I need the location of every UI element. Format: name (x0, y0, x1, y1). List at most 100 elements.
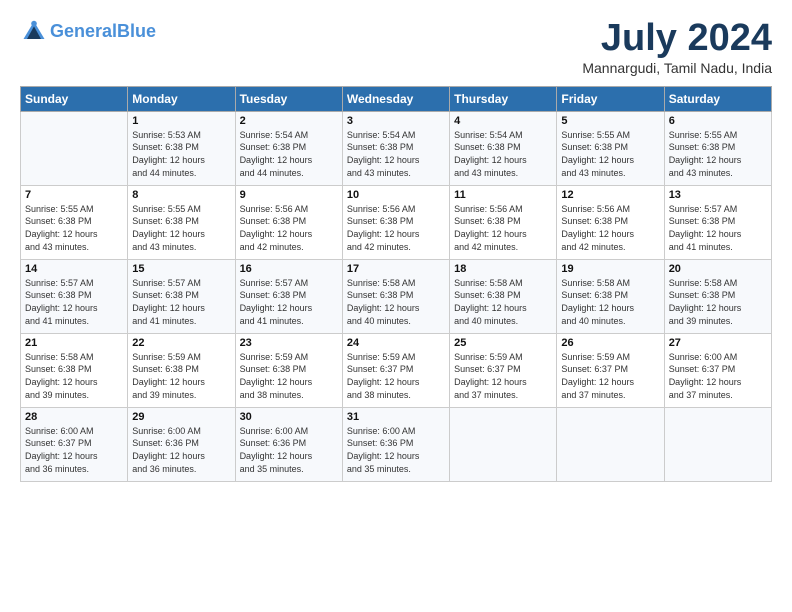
day-info: Sunrise: 5:56 AM Sunset: 6:38 PM Dayligh… (347, 203, 445, 253)
calendar-cell: 5Sunrise: 5:55 AM Sunset: 6:38 PM Daylig… (557, 111, 664, 185)
day-info: Sunrise: 5:57 AM Sunset: 6:38 PM Dayligh… (25, 277, 123, 327)
day-number: 27 (669, 337, 767, 349)
day-info: Sunrise: 5:55 AM Sunset: 6:38 PM Dayligh… (561, 129, 659, 179)
day-number: 1 (132, 115, 230, 127)
day-number: 12 (561, 189, 659, 201)
calendar-cell: 11Sunrise: 5:56 AM Sunset: 6:38 PM Dayli… (450, 185, 557, 259)
day-number: 9 (240, 189, 338, 201)
day-info: Sunrise: 5:59 AM Sunset: 6:37 PM Dayligh… (347, 351, 445, 401)
title-block: July 2024 Mannargudi, Tamil Nadu, India (582, 18, 772, 76)
week-row-2: 14 Sunrise: 5:57 AM Sunset: 6:38 PM Dayli… (21, 259, 772, 333)
calendar-cell: 21 Sunrise: 5:58 AM Sunset: 6:38 PM Dayli… (21, 333, 128, 407)
page: GeneralBlue July 2024 Mannargudi, Tamil … (0, 0, 792, 492)
day-info: Sunrise: 5:57 AM Sunset: 6:38 PM Dayligh… (240, 277, 338, 327)
calendar-cell: 16 Sunrise: 5:57 AM Sunset: 6:38 PM Dayli… (235, 259, 342, 333)
calendar-cell: 18 Sunrise: 5:58 AM Sunset: 6:38 PM Dayli… (450, 259, 557, 333)
calendar-cell: 9 Sunrise: 5:56 AM Sunset: 6:38 PM Daylig… (235, 185, 342, 259)
day-number: 15 (132, 263, 230, 275)
calendar-cell: 25Sunrise: 5:59 AM Sunset: 6:37 PM Dayli… (450, 333, 557, 407)
day-number: 11 (454, 189, 552, 201)
calendar-cell: 13Sunrise: 5:57 AM Sunset: 6:38 PM Dayli… (664, 185, 771, 259)
calendar-cell: 17 Sunrise: 5:58 AM Sunset: 6:38 PM Dayli… (342, 259, 449, 333)
col-header-monday: Monday (128, 86, 235, 111)
day-number: 26 (561, 337, 659, 349)
day-info: Sunrise: 6:00 AM Sunset: 6:37 PM Dayligh… (25, 425, 123, 475)
day-number: 20 (669, 263, 767, 275)
calendar-cell: 15 Sunrise: 5:57 AM Sunset: 6:38 PM Dayli… (128, 259, 235, 333)
day-number: 19 (561, 263, 659, 275)
day-number: 6 (669, 115, 767, 127)
day-info: Sunrise: 5:54 AM Sunset: 6:38 PM Dayligh… (454, 129, 552, 179)
day-info: Sunrise: 5:56 AM Sunset: 6:38 PM Dayligh… (240, 203, 338, 253)
calendar-cell (450, 407, 557, 481)
logo-general: General (50, 21, 117, 41)
day-info: Sunrise: 6:00 AM Sunset: 6:37 PM Dayligh… (669, 351, 767, 401)
day-number: 28 (25, 411, 123, 423)
day-info: Sunrise: 5:59 AM Sunset: 6:37 PM Dayligh… (454, 351, 552, 401)
day-number: 29 (132, 411, 230, 423)
calendar-cell: 20 Sunrise: 5:58 AM Sunset: 6:38 PM Dayli… (664, 259, 771, 333)
header-row: SundayMondayTuesdayWednesdayThursdayFrid… (21, 86, 772, 111)
calendar-cell: 7 Sunrise: 5:55 AM Sunset: 6:38 PM Daylig… (21, 185, 128, 259)
col-header-tuesday: Tuesday (235, 86, 342, 111)
calendar-table: SundayMondayTuesdayWednesdayThursdayFrid… (20, 86, 772, 482)
day-info: Sunrise: 5:55 AM Sunset: 6:38 PM Dayligh… (669, 129, 767, 179)
calendar-cell: 1Sunrise: 5:53 AM Sunset: 6:38 PM Daylig… (128, 111, 235, 185)
calendar-cell: 10Sunrise: 5:56 AM Sunset: 6:38 PM Dayli… (342, 185, 449, 259)
day-info: Sunrise: 5:59 AM Sunset: 6:38 PM Dayligh… (240, 351, 338, 401)
col-header-friday: Friday (557, 86, 664, 111)
calendar-cell (664, 407, 771, 481)
calendar-cell (21, 111, 128, 185)
day-number: 3 (347, 115, 445, 127)
day-number: 2 (240, 115, 338, 127)
day-number: 4 (454, 115, 552, 127)
logo: GeneralBlue (20, 18, 156, 46)
calendar-cell (557, 407, 664, 481)
day-info: Sunrise: 5:55 AM Sunset: 6:38 PM Dayligh… (25, 203, 123, 253)
day-info: Sunrise: 5:58 AM Sunset: 6:38 PM Dayligh… (454, 277, 552, 327)
week-row-0: 1Sunrise: 5:53 AM Sunset: 6:38 PM Daylig… (21, 111, 772, 185)
day-info: Sunrise: 5:58 AM Sunset: 6:38 PM Dayligh… (347, 277, 445, 327)
day-number: 14 (25, 263, 123, 275)
calendar-cell: 6 Sunrise: 5:55 AM Sunset: 6:38 PM Daylig… (664, 111, 771, 185)
day-info: Sunrise: 5:56 AM Sunset: 6:38 PM Dayligh… (561, 203, 659, 253)
calendar-cell: 3 Sunrise: 5:54 AM Sunset: 6:38 PM Daylig… (342, 111, 449, 185)
day-info: Sunrise: 5:57 AM Sunset: 6:38 PM Dayligh… (669, 203, 767, 253)
logo-text: GeneralBlue (50, 22, 156, 42)
day-number: 21 (25, 337, 123, 349)
calendar-cell: 29Sunrise: 6:00 AM Sunset: 6:36 PM Dayli… (128, 407, 235, 481)
calendar-cell: 24Sunrise: 5:59 AM Sunset: 6:37 PM Dayli… (342, 333, 449, 407)
calendar-cell: 27 Sunrise: 6:00 AM Sunset: 6:37 PM Dayli… (664, 333, 771, 407)
week-row-1: 7 Sunrise: 5:55 AM Sunset: 6:38 PM Daylig… (21, 185, 772, 259)
day-number: 17 (347, 263, 445, 275)
day-info: Sunrise: 6:00 AM Sunset: 6:36 PM Dayligh… (347, 425, 445, 475)
calendar-cell: 12 Sunrise: 5:56 AM Sunset: 6:38 PM Dayli… (557, 185, 664, 259)
day-info: Sunrise: 5:58 AM Sunset: 6:38 PM Dayligh… (25, 351, 123, 401)
logo-blue: Blue (117, 21, 156, 41)
day-info: Sunrise: 5:54 AM Sunset: 6:38 PM Dayligh… (347, 129, 445, 179)
week-row-3: 21 Sunrise: 5:58 AM Sunset: 6:38 PM Dayli… (21, 333, 772, 407)
day-info: Sunrise: 5:55 AM Sunset: 6:38 PM Dayligh… (132, 203, 230, 253)
week-row-4: 28 Sunrise: 6:00 AM Sunset: 6:37 PM Dayli… (21, 407, 772, 481)
col-header-thursday: Thursday (450, 86, 557, 111)
col-header-wednesday: Wednesday (342, 86, 449, 111)
calendar-cell: 4 Sunrise: 5:54 AM Sunset: 6:38 PM Daylig… (450, 111, 557, 185)
day-number: 7 (25, 189, 123, 201)
day-info: Sunrise: 6:00 AM Sunset: 6:36 PM Dayligh… (240, 425, 338, 475)
day-info: Sunrise: 5:57 AM Sunset: 6:38 PM Dayligh… (132, 277, 230, 327)
day-info: Sunrise: 5:58 AM Sunset: 6:38 PM Dayligh… (669, 277, 767, 327)
calendar-cell: 8 Sunrise: 5:55 AM Sunset: 6:38 PM Daylig… (128, 185, 235, 259)
calendar-cell: 2Sunrise: 5:54 AM Sunset: 6:38 PM Daylig… (235, 111, 342, 185)
day-number: 18 (454, 263, 552, 275)
day-info: Sunrise: 5:58 AM Sunset: 6:38 PM Dayligh… (561, 277, 659, 327)
calendar-cell: 26 Sunrise: 5:59 AM Sunset: 6:37 PM Dayli… (557, 333, 664, 407)
location: Mannargudi, Tamil Nadu, India (582, 60, 772, 76)
calendar-cell: 23 Sunrise: 5:59 AM Sunset: 6:38 PM Dayli… (235, 333, 342, 407)
day-info: Sunrise: 5:59 AM Sunset: 6:38 PM Dayligh… (132, 351, 230, 401)
day-number: 8 (132, 189, 230, 201)
day-number: 16 (240, 263, 338, 275)
day-info: Sunrise: 5:59 AM Sunset: 6:37 PM Dayligh… (561, 351, 659, 401)
day-number: 23 (240, 337, 338, 349)
calendar-cell: 30Sunrise: 6:00 AM Sunset: 6:36 PM Dayli… (235, 407, 342, 481)
calendar-cell: 14 Sunrise: 5:57 AM Sunset: 6:38 PM Dayli… (21, 259, 128, 333)
